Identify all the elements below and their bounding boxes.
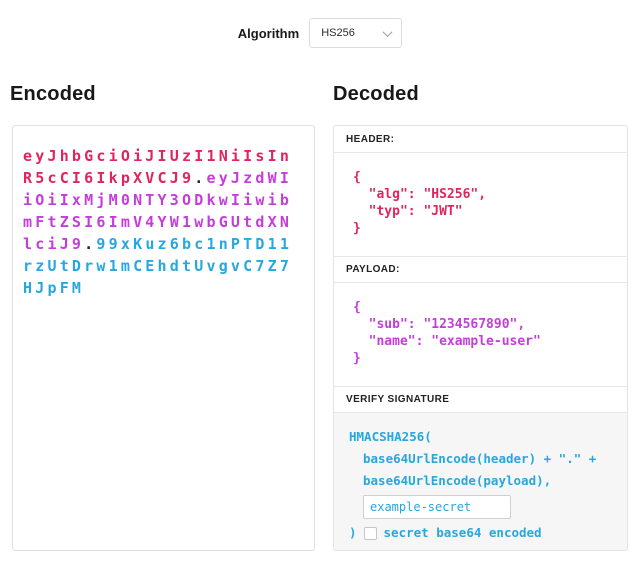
secret-base64-checkbox[interactable] bbox=[364, 527, 377, 540]
token-separator: . bbox=[194, 169, 206, 187]
signature-pseudocode-line1: HMACSHA256( bbox=[349, 426, 615, 448]
token-separator: . bbox=[84, 235, 96, 253]
encoded-heading: Encoded bbox=[10, 83, 96, 106]
decoded-panel: HEADER: { "alg": "HS256", "typ": "JWT" }… bbox=[333, 125, 628, 551]
algorithm-label: Algorithm bbox=[238, 26, 299, 41]
verify-signature-section-bar: VERIFY SIGNATURE bbox=[334, 386, 627, 413]
jwt-debugger: Algorithm HS256 Encoded Decoded eyJhbGci… bbox=[0, 0, 640, 574]
algorithm-row: Algorithm HS256 bbox=[0, 18, 640, 48]
signature-pseudocode-line3: base64UrlEncode(payload), bbox=[363, 470, 615, 492]
signature-closing-row: ) secret base64 encoded bbox=[349, 522, 615, 544]
secret-input[interactable] bbox=[363, 495, 511, 519]
header-section-label: HEADER: bbox=[346, 134, 394, 145]
signature-pseudocode-line2: base64UrlEncode(header) + "." + bbox=[363, 448, 615, 470]
verify-signature-label: VERIFY SIGNATURE bbox=[346, 394, 449, 405]
payload-section-label: PAYLOAD: bbox=[346, 264, 400, 275]
algorithm-selected-value: HS256 bbox=[321, 27, 355, 39]
decoded-heading: Decoded bbox=[333, 83, 419, 106]
encoded-token-editor[interactable]: eyJhbGciOiJIUzI1NiIsInR5cCI6IkpXVCJ9.eyJ… bbox=[12, 125, 315, 551]
decoded-header-json[interactable]: { "alg": "HS256", "typ": "JWT" } bbox=[334, 153, 627, 256]
decoded-payload-json[interactable]: { "sub": "1234567890", "name": "example-… bbox=[334, 283, 627, 386]
header-section-bar: HEADER: bbox=[334, 126, 627, 153]
signature-area: HMACSHA256( base64UrlEncode(header) + ".… bbox=[334, 413, 627, 550]
closing-paren: ) bbox=[349, 522, 357, 544]
jwt-token-text: eyJhbGciOiJIUzI1NiIsInR5cCI6IkpXVCJ9.eyJ… bbox=[23, 145, 299, 299]
chevron-down-icon bbox=[383, 27, 393, 37]
payload-section-bar: PAYLOAD: bbox=[334, 256, 627, 283]
secret-base64-checkbox-label[interactable]: secret base64 encoded bbox=[384, 522, 542, 544]
algorithm-select[interactable]: HS256 bbox=[309, 18, 402, 48]
